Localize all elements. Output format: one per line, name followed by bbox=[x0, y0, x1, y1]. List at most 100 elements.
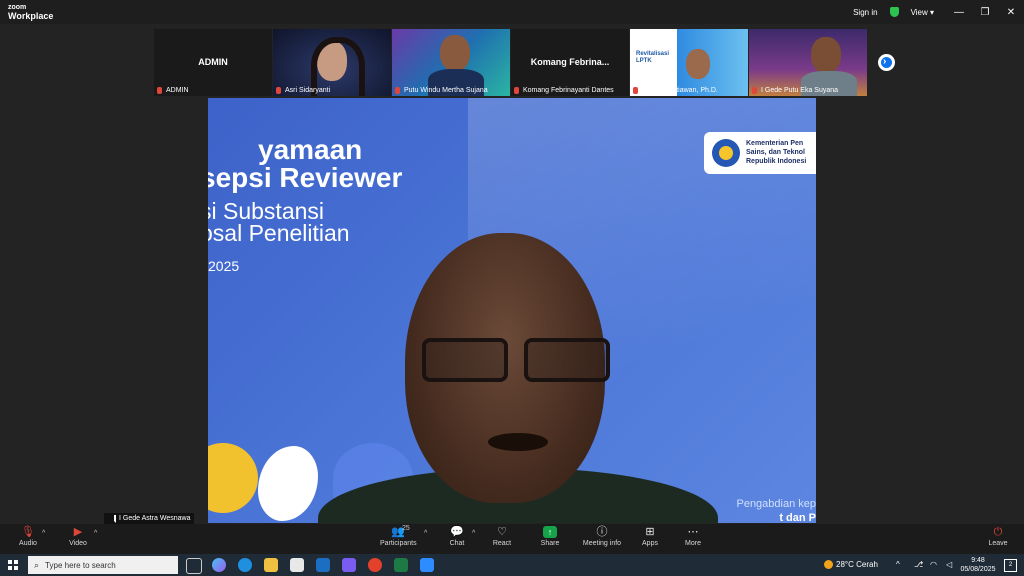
notification-center-icon[interactable]: 2 bbox=[1004, 559, 1017, 572]
sign-in-button[interactable]: Sign in bbox=[853, 8, 877, 17]
apps-button[interactable]: ⊞ Apps bbox=[639, 526, 661, 547]
zoom-taskbar-icon[interactable] bbox=[420, 558, 434, 572]
participant-tile-indra[interactable]: Revitalisasi LPTK Indra Christiawan, Ph.D… bbox=[630, 29, 748, 96]
white-petal-decoration bbox=[258, 446, 318, 521]
speaker-name: I Gede Astra Wesnawa bbox=[119, 515, 191, 522]
participant-strip: ADMIN ADMIN Asri Sidaryanti Putu Windu M… bbox=[154, 29, 868, 96]
ministry-name: Kementerian Pen Sains, dan Teknol Republ… bbox=[746, 139, 806, 166]
meeting-info-button[interactable]: ⓘ Meeting info bbox=[582, 526, 622, 547]
weather-text: 28°C Cerah bbox=[836, 560, 878, 569]
windows-taskbar: ⌕ Type here to search 28°C Cerah ^ ⎇ ◠ ◁… bbox=[0, 554, 1024, 576]
speaker-icon[interactable]: ◁ bbox=[946, 560, 952, 569]
mic-off-icon bbox=[752, 87, 757, 94]
ministry-logo-card: Kementerian Pen Sains, dan Teknol Republ… bbox=[704, 132, 816, 174]
video-options-caret[interactable]: ^ bbox=[94, 530, 97, 537]
participant-name: ADMIN bbox=[166, 87, 189, 94]
mic-off-icon bbox=[395, 87, 400, 94]
leave-label: Leave bbox=[988, 540, 1008, 547]
more-icon: ⋯ bbox=[687, 526, 699, 538]
slide-subtitle-line2: osal Penelitian bbox=[208, 220, 350, 246]
app-icon[interactable] bbox=[342, 558, 356, 572]
participant-video bbox=[440, 35, 470, 71]
store-icon[interactable] bbox=[290, 558, 304, 572]
shield-icon[interactable] bbox=[889, 7, 899, 17]
react-button[interactable]: ♡ React bbox=[490, 526, 514, 547]
view-button[interactable]: View ▾ bbox=[911, 8, 934, 17]
network-icon[interactable]: ⎇ bbox=[914, 560, 923, 569]
mic-off-icon bbox=[633, 87, 638, 94]
speaker-name-tag: I Gede Astra Wesnawa bbox=[104, 513, 195, 524]
react-label: React bbox=[492, 540, 512, 547]
slide-footer-line1: Pengabdian kep bbox=[736, 498, 816, 510]
slide-title-line2: sepsi Reviewer bbox=[208, 162, 403, 193]
minimize-button[interactable]: — bbox=[946, 7, 972, 18]
logo-line2: Workplace bbox=[8, 11, 54, 21]
yellow-petal-decoration bbox=[208, 443, 258, 513]
mic-off-icon bbox=[276, 87, 281, 94]
file-explorer-icon[interactable] bbox=[264, 558, 278, 572]
participant-name: I Gede Putu Eka Suyana bbox=[761, 87, 839, 94]
participant-tile-gede[interactable]: I Gede Putu Eka Suyana bbox=[749, 29, 867, 96]
heart-icon: ♡ bbox=[497, 526, 507, 538]
taskbar-clock[interactable]: 9:48 05/08/2025 bbox=[958, 556, 998, 574]
tut-wuri-emblem-icon bbox=[712, 139, 740, 167]
more-label: More bbox=[685, 540, 701, 547]
audio-button[interactable]: 🎙 Audio bbox=[16, 526, 40, 547]
chat-options-caret[interactable]: ^ bbox=[472, 530, 475, 537]
restore-button[interactable]: ❐ bbox=[972, 7, 998, 18]
share-button[interactable]: ↑ Share bbox=[538, 526, 562, 547]
leave-icon: ⏻ bbox=[993, 526, 1003, 538]
participant-name: Asri Sidaryanti bbox=[285, 87, 331, 94]
excel-icon[interactable] bbox=[394, 558, 408, 572]
video-off-icon: ▶ bbox=[73, 526, 83, 538]
info-icon: ⓘ bbox=[596, 526, 608, 538]
zoom-workplace-logo: zoom Workplace bbox=[8, 3, 53, 21]
mic-off-icon bbox=[514, 87, 519, 94]
mic-muted-icon: 🎙 bbox=[21, 526, 35, 538]
participant-tile-putu[interactable]: Putu Windu Mertha Sujana bbox=[392, 29, 510, 96]
participant-big-name: ADMIN bbox=[198, 57, 228, 67]
chevron-up-icon[interactable]: ^ bbox=[896, 560, 900, 569]
close-button[interactable]: ✕ bbox=[998, 7, 1024, 18]
participant-name: Putu Windu Mertha Sujana bbox=[404, 87, 488, 94]
audio-options-caret[interactable]: ^ bbox=[42, 530, 45, 537]
outlook-icon[interactable] bbox=[316, 558, 330, 572]
speaker-mouth bbox=[488, 433, 548, 451]
active-speaker-video: yamaan sepsi Reviewer si Substansi osal … bbox=[208, 98, 816, 523]
chat-label: Chat bbox=[449, 540, 465, 547]
search-icon: ⌕ bbox=[34, 559, 40, 570]
meeting-controls: 🎙 Audio ^ ▶ Video ^ 👥 25 Participants ^ … bbox=[0, 524, 1024, 554]
apps-icon: ⊞ bbox=[645, 526, 655, 538]
participant-tile-komang[interactable]: Komang Febrina... Komang Febrinayanti Da… bbox=[511, 29, 629, 96]
sun-icon bbox=[824, 560, 833, 570]
search-placeholder: Type here to search bbox=[45, 560, 116, 570]
chat-button[interactable]: 💬 Chat bbox=[447, 526, 467, 547]
participants-options-caret[interactable]: ^ bbox=[424, 530, 427, 537]
participants-count: 25 bbox=[402, 525, 410, 532]
ministry-line3: Republik Indonesi bbox=[746, 158, 807, 165]
edge-icon[interactable] bbox=[238, 558, 252, 572]
chrome-icon[interactable] bbox=[368, 558, 382, 572]
wifi-icon[interactable]: ◠ bbox=[930, 560, 937, 569]
signal-icon bbox=[108, 514, 116, 523]
participant-video bbox=[811, 37, 841, 73]
speaker-glasses bbox=[422, 338, 610, 382]
task-view-icon[interactable] bbox=[186, 558, 202, 574]
chat-icon: 💬 bbox=[450, 526, 464, 538]
video-button[interactable]: ▶ Video bbox=[66, 526, 90, 547]
participants-button[interactable]: 👥 25 Participants bbox=[380, 525, 417, 547]
ministry-line2: Sains, dan Teknol bbox=[746, 149, 805, 156]
next-page-button[interactable]: › bbox=[878, 54, 895, 71]
participant-tile-admin[interactable]: ADMIN ADMIN bbox=[154, 29, 272, 96]
share-screen-icon: ↑ bbox=[543, 526, 557, 538]
mic-off-icon bbox=[157, 87, 162, 94]
participant-tile-asri[interactable]: Asri Sidaryanti bbox=[273, 29, 391, 96]
participants-label: Participants bbox=[380, 540, 417, 547]
slide-footer: Pengabdian kep t dan P bbox=[736, 498, 816, 523]
leave-button[interactable]: ⏻ Leave bbox=[986, 526, 1010, 547]
more-button[interactable]: ⋯ More bbox=[682, 526, 704, 547]
weather-widget[interactable]: 28°C Cerah bbox=[824, 560, 878, 570]
copilot-icon[interactable] bbox=[212, 558, 226, 572]
taskbar-search-box[interactable]: ⌕ Type here to search bbox=[28, 556, 178, 574]
windows-start-icon[interactable] bbox=[8, 560, 18, 570]
